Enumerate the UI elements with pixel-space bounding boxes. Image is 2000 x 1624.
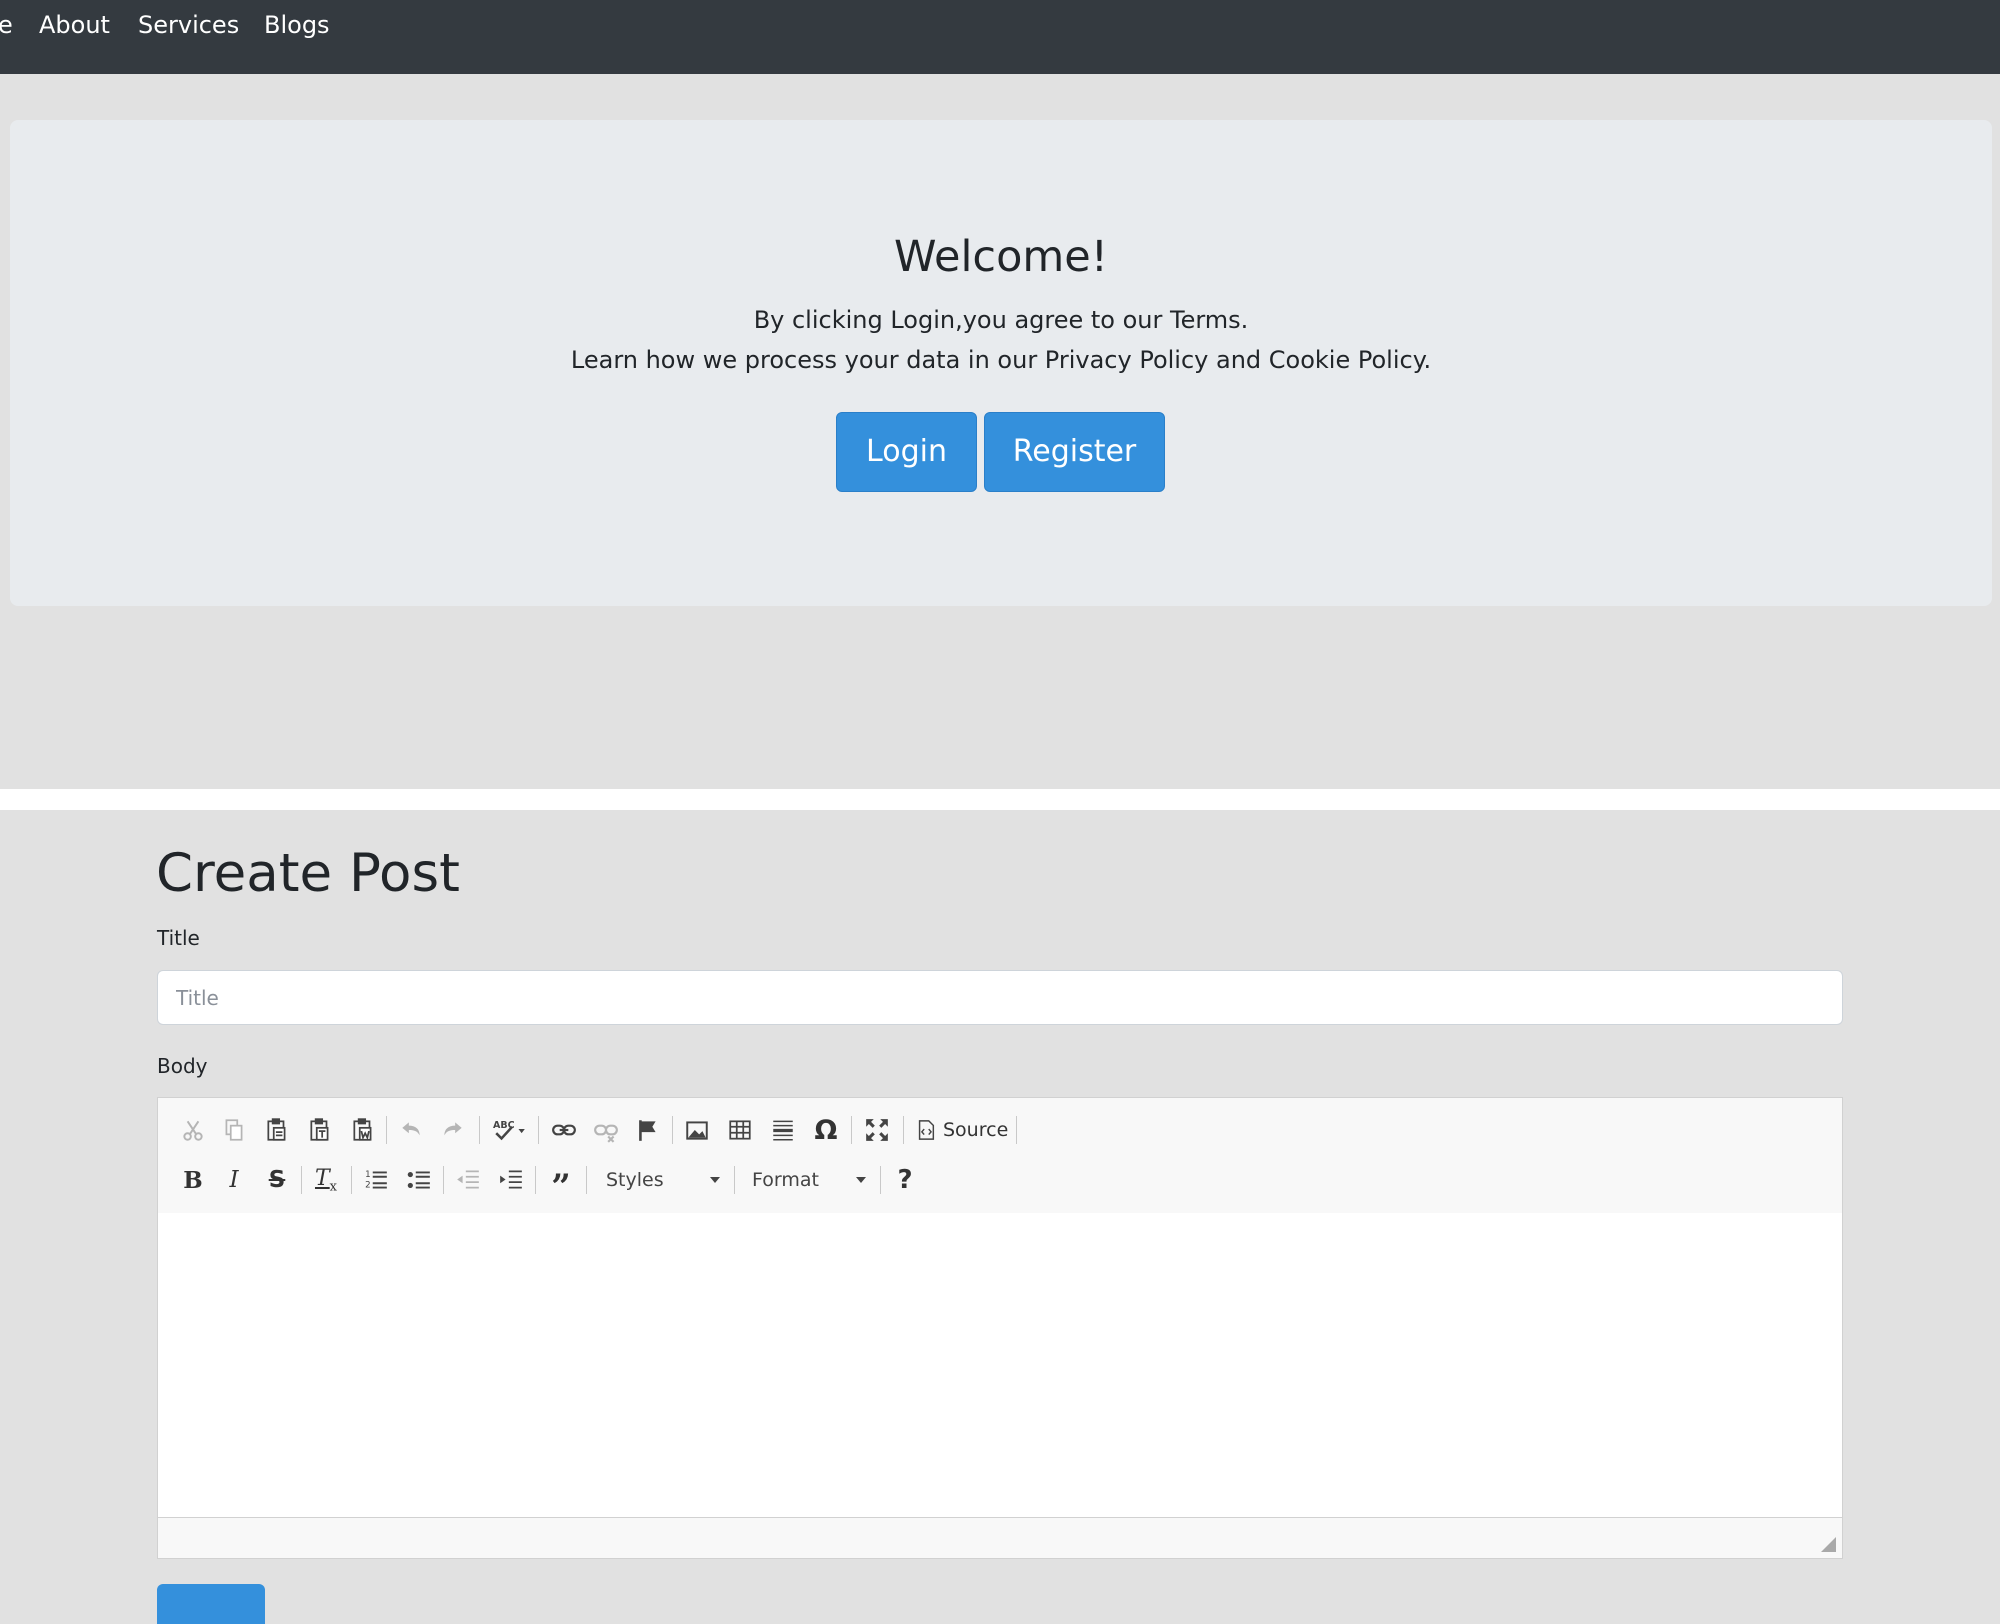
rich-text-editor: ABC Ω Source B I S Tx 1 2 ” Styles Forma… <box>157 1097 1843 1559</box>
undo-icon[interactable] <box>396 1112 426 1148</box>
welcome-jumbotron: Welcome! By clicking Login,you agree to … <box>10 120 1992 606</box>
title-input[interactable] <box>157 970 1843 1025</box>
numbered-list-icon[interactable]: 12 <box>361 1162 391 1198</box>
italic-icon[interactable]: I <box>219 1162 249 1198</box>
link-icon[interactable] <box>549 1112 579 1148</box>
blockquote-icon[interactable]: ” <box>546 1162 576 1204</box>
nav-link-services[interactable]: Services <box>138 10 239 40</box>
toolbar-separator <box>880 1166 881 1194</box>
toolbar-separator <box>734 1166 735 1194</box>
toolbar-separator <box>903 1116 904 1144</box>
bulleted-list-icon[interactable] <box>404 1162 434 1198</box>
toolbar-separator <box>301 1166 302 1194</box>
cut-icon[interactable] <box>178 1112 208 1148</box>
remove-format-icon[interactable]: Tx <box>311 1162 341 1198</box>
title-label: Title <box>157 926 200 950</box>
terms-text: By clicking Login,you agree to our Terms… <box>753 306 1249 334</box>
paste-icon[interactable] <box>262 1112 292 1148</box>
toolbar-separator <box>1016 1116 1017 1144</box>
resize-handle-icon[interactable] <box>1821 1537 1836 1552</box>
strikethrough-icon[interactable]: S <box>262 1162 292 1198</box>
copy-icon[interactable] <box>219 1112 249 1148</box>
nav-link-about[interactable]: About <box>39 10 110 40</box>
anchor-icon[interactable] <box>633 1112 663 1148</box>
editor-toolbar: ABC Ω Source B I S Tx 1 2 ” Styles Forma… <box>158 1098 1842 1214</box>
submit-button[interactable] <box>157 1584 265 1624</box>
paste-word-icon[interactable] <box>348 1112 378 1148</box>
toolbar-separator <box>386 1116 387 1144</box>
maximize-icon[interactable] <box>862 1112 892 1148</box>
toolbar-separator <box>535 1166 536 1194</box>
chevron-down-icon <box>856 1177 866 1183</box>
privacy-text: Learn how we process your data in our Pr… <box>570 346 1432 374</box>
styles-dropdown-label: Styles <box>606 1169 664 1191</box>
register-button[interactable]: Register <box>984 412 1165 492</box>
unlink-icon[interactable] <box>591 1112 621 1148</box>
toolbar-separator <box>586 1166 587 1194</box>
toolbar-separator <box>672 1116 673 1144</box>
source-icon[interactable] <box>911 1112 941 1148</box>
styles-dropdown[interactable]: Styles <box>598 1162 730 1198</box>
toolbar-separator <box>479 1116 480 1144</box>
top-navbar: e About Services Blogs <box>0 0 2000 74</box>
svg-text:1: 1 <box>365 1170 371 1180</box>
toolbar-separator <box>851 1116 852 1144</box>
section-divider <box>0 789 2000 810</box>
login-button[interactable]: Login <box>836 412 977 492</box>
indent-icon[interactable] <box>496 1162 526 1198</box>
svg-text:2: 2 <box>365 1181 371 1191</box>
spellcheck-icon[interactable]: ABC <box>490 1112 530 1148</box>
editor-status-bar <box>158 1517 1842 1558</box>
editor-content-area[interactable] <box>158 1213 1842 1518</box>
nav-link-home[interactable]: e <box>0 10 13 40</box>
source-button[interactable]: Source <box>943 1112 1008 1148</box>
toolbar-separator <box>538 1116 539 1144</box>
special-char-icon[interactable]: Ω <box>811 1112 841 1148</box>
format-dropdown[interactable]: Format <box>744 1162 876 1198</box>
welcome-heading: Welcome! <box>894 232 1108 282</box>
image-icon[interactable] <box>682 1112 712 1148</box>
toolbar-separator <box>443 1166 444 1194</box>
outdent-icon[interactable] <box>453 1162 483 1198</box>
toolbar-separator <box>351 1166 352 1194</box>
nav-link-blogs[interactable]: Blogs <box>264 10 330 40</box>
paste-text-icon[interactable] <box>305 1112 335 1148</box>
help-icon[interactable]: ? <box>890 1162 920 1198</box>
redo-icon[interactable] <box>438 1112 468 1148</box>
body-label: Body <box>157 1054 208 1078</box>
format-dropdown-label: Format <box>752 1169 819 1191</box>
table-icon[interactable] <box>725 1112 755 1148</box>
chevron-down-icon <box>710 1177 720 1183</box>
bold-icon[interactable]: B <box>178 1162 208 1198</box>
horizontal-rule-icon[interactable] <box>768 1112 798 1148</box>
page-title: Create Post <box>156 843 460 904</box>
